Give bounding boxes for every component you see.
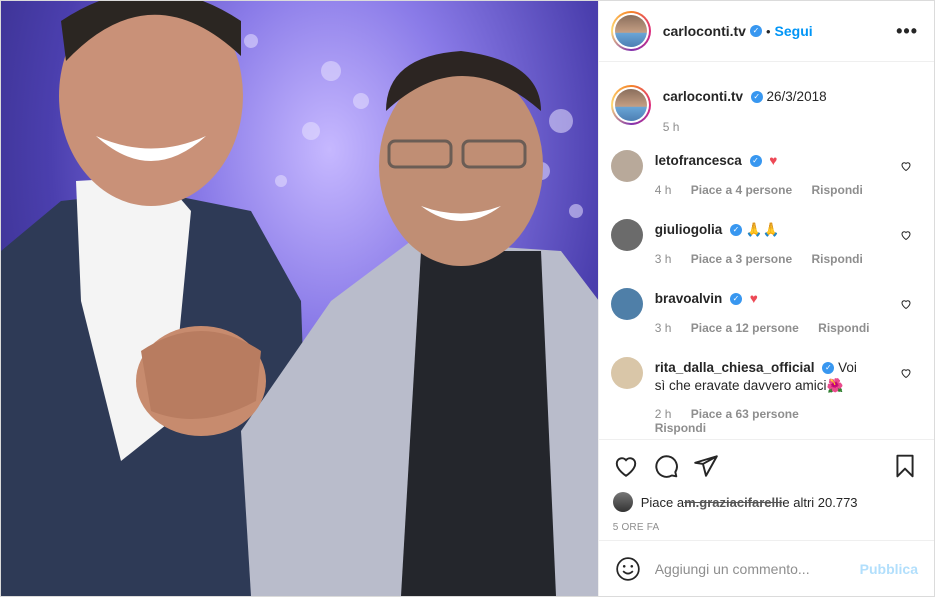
verified-badge-icon: ✓ — [730, 293, 743, 306]
comment-like-heart-icon[interactable] — [900, 298, 912, 310]
post-side-panel: carloconti.tv ✓ • Segui ••• carloconti.t… — [597, 1, 934, 596]
add-comment-bar: Pubblica — [598, 540, 934, 596]
comment-likes[interactable]: Piace a 63 persone — [691, 407, 799, 421]
comment-like-heart-icon[interactable] — [900, 160, 912, 172]
liker-username[interactable]: m.graziacifarelli — [684, 495, 782, 510]
verified-badge-icon: ✓ — [749, 25, 762, 37]
liker-avatar[interactable] — [612, 492, 633, 512]
author-username[interactable]: carloconti.tv — [663, 23, 746, 39]
comment-username[interactable]: bravoalvin — [655, 291, 723, 306]
red-heart-emoji: ♥ — [769, 153, 778, 168]
heart-icon[interactable] — [613, 453, 639, 479]
author-avatar[interactable] — [610, 11, 651, 51]
comment-like-heart-icon[interactable] — [900, 367, 912, 379]
likes-count[interactable]: e altri 20.773 — [782, 495, 857, 510]
emoji-icon[interactable] — [615, 556, 641, 582]
reply-button[interactable]: Rispondi — [655, 421, 706, 435]
commenter-avatar[interactable] — [610, 288, 643, 320]
separator-dot: • — [765, 23, 771, 39]
verified-badge-icon: ✓ — [729, 224, 742, 237]
commenter-avatar[interactable] — [610, 357, 643, 389]
post-caption: carloconti.tv ✓ 26/3/2018 5 h — [610, 63, 918, 134]
reply-button[interactable]: Rispondi — [811, 252, 862, 266]
comment-time: 3 h — [654, 321, 672, 335]
comment-input[interactable] — [654, 560, 860, 577]
comment-username[interactable]: giuliogolia — [655, 222, 723, 237]
comment-item: bravoalvin ✓ ♥ 3 h Piace a 12 persone Ri… — [610, 288, 918, 335]
comment-item: letofrancesca ✓ ♥ 4 h Piace a 4 persone … — [610, 150, 918, 197]
commenter-avatar[interactable] — [610, 150, 643, 182]
comment-likes[interactable]: Piace a 4 persone — [691, 183, 792, 197]
reply-button[interactable]: Rispondi — [818, 321, 869, 335]
comment-likes[interactable]: Piace a 12 persone — [691, 321, 799, 335]
comment-item: giuliogolia ✓ 🙏🙏 3 h Piace a 3 persone R… — [610, 219, 918, 266]
post-timestamp: 5 ore fa — [612, 522, 660, 533]
verified-badge-icon: ✓ — [750, 91, 763, 104]
comment-username[interactable]: rita_dalla_chiesa_official — [655, 360, 815, 375]
comment-icon[interactable] — [653, 453, 679, 479]
more-options-icon[interactable]: ••• — [896, 21, 918, 42]
comment-time: 3 h — [654, 252, 672, 266]
comments-list[interactable]: carloconti.tv ✓ 26/3/2018 5 h letofrance… — [599, 63, 934, 439]
caption-text: 26/3/2018 — [766, 89, 827, 104]
likes-summary: Piace a m.graziacifarelli e altri 20.773 — [612, 492, 918, 512]
post-actions: Piace a m.graziacifarelli e altri 20.773… — [598, 439, 934, 533]
publish-button[interactable]: Pubblica — [860, 561, 918, 577]
verified-badge-icon: ✓ — [822, 362, 835, 375]
likes-prefix: Piace a — [640, 494, 685, 510]
post-photo[interactable] — [1, 1, 598, 596]
comment-text: 🙏🙏 — [745, 222, 780, 237]
comment-time: 2 h — [654, 407, 672, 421]
caption-time: 5 h — [662, 120, 680, 134]
comment-like-heart-icon[interactable] — [900, 229, 912, 241]
bookmark-icon[interactable] — [892, 453, 918, 479]
photo-illustration — [1, 1, 598, 596]
comment-username[interactable]: letofrancesca — [655, 153, 742, 168]
comment-likes[interactable]: Piace a 3 persone — [691, 252, 792, 266]
action-icons-row — [613, 440, 918, 492]
verified-badge-icon: ✓ — [749, 155, 762, 168]
comment-item: rita_dalla_chiesa_official ✓ Voi sì che … — [610, 357, 918, 435]
red-heart-emoji: ♥ — [749, 291, 758, 306]
post-modal: carloconti.tv ✓ • Segui ••• carloconti.t… — [0, 0, 935, 597]
caption-avatar[interactable] — [610, 85, 651, 125]
reply-button[interactable]: Rispondi — [811, 183, 862, 197]
post-header: carloconti.tv ✓ • Segui ••• — [598, 1, 934, 62]
commenter-avatar[interactable] — [610, 219, 643, 251]
comment-time: 4 h — [654, 183, 672, 197]
caption-username[interactable]: carloconti.tv — [663, 89, 743, 104]
follow-button[interactable]: Segui — [775, 23, 813, 39]
share-icon[interactable] — [693, 453, 719, 479]
